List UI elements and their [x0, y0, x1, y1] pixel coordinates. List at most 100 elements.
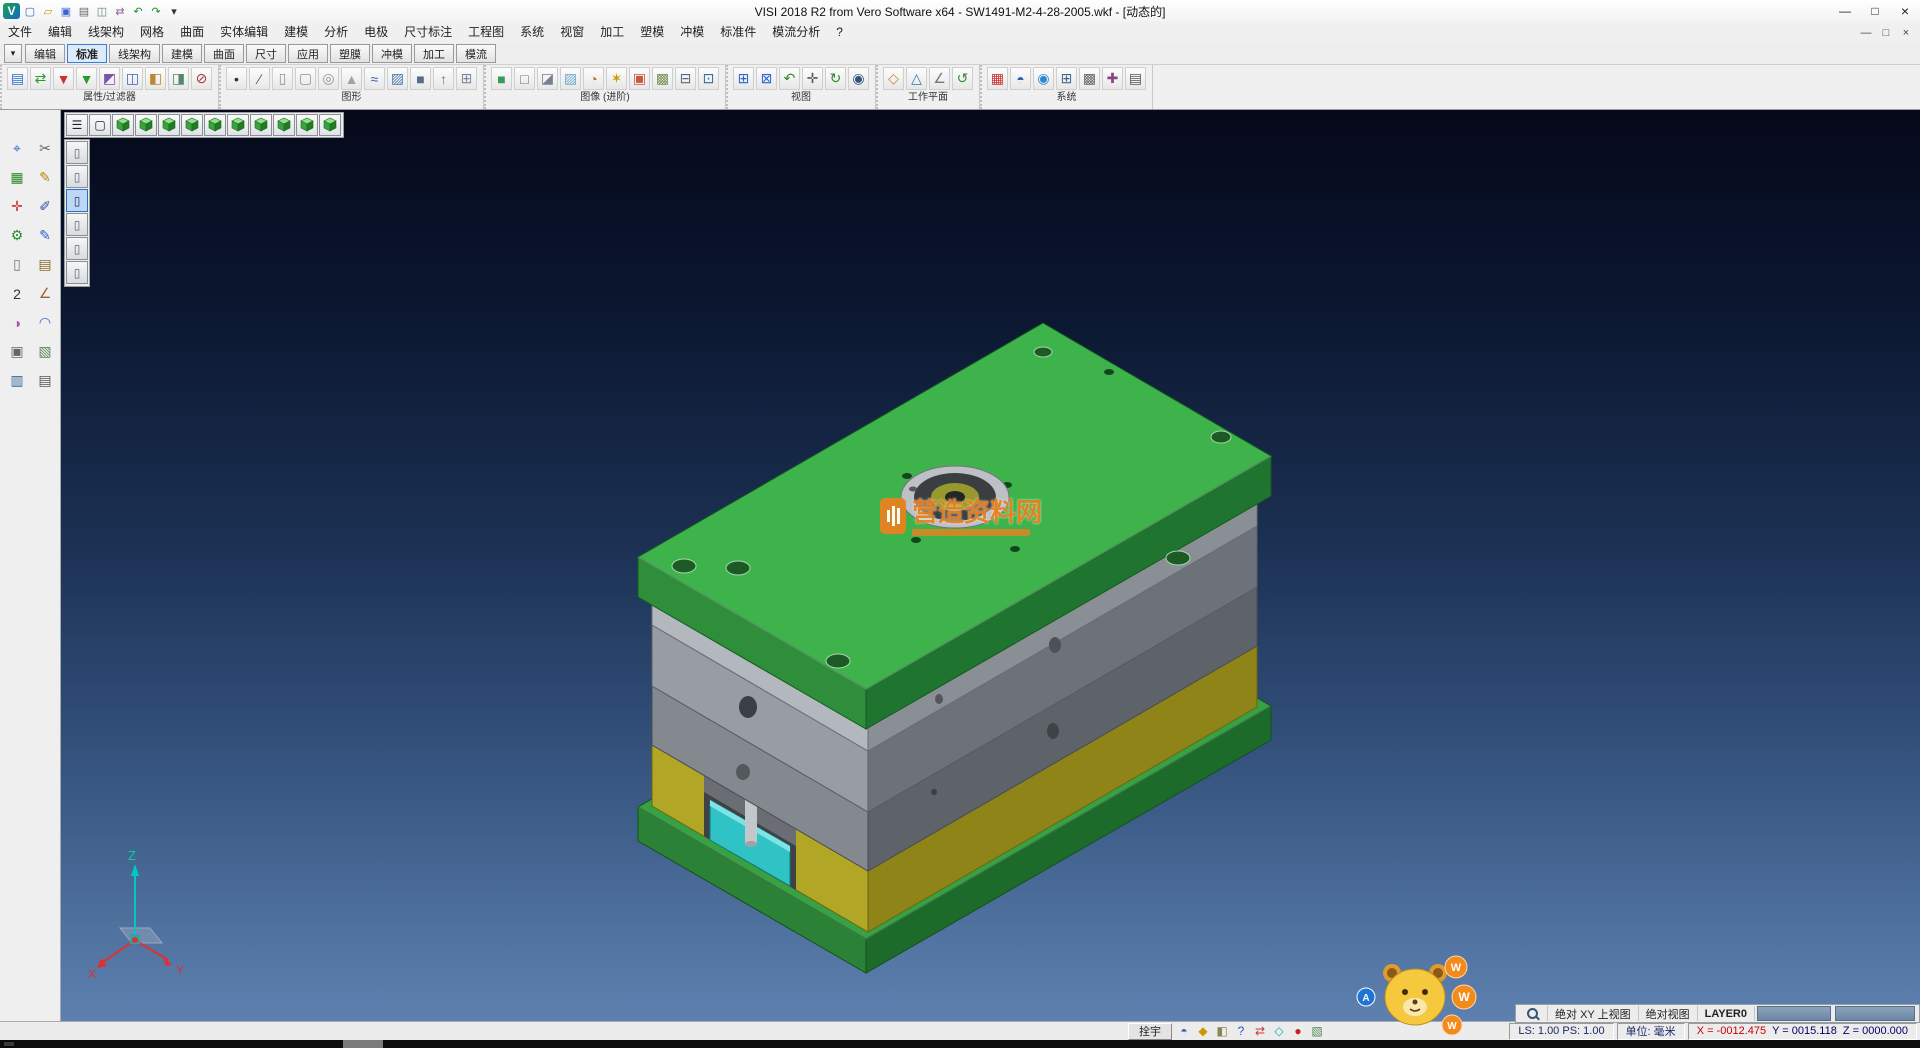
search-button[interactable] — [1518, 1006, 1548, 1021]
color-table-icon[interactable]: ▦ — [987, 67, 1008, 90]
key-icon[interactable]: ◆ — [1195, 1023, 1211, 1039]
menu-item-5[interactable]: 曲面 — [172, 22, 212, 43]
view-bottom-button[interactable] — [135, 114, 157, 136]
globe-icon[interactable]: ◉ — [1033, 67, 1054, 90]
layer-manager-icon[interactable]: ⊞ — [1056, 67, 1077, 90]
zoom-fit-icon[interactable]: ⊠ — [756, 67, 777, 90]
menu-item-17[interactable]: 标准件 — [712, 22, 764, 43]
zoom-previous-icon[interactable]: ↶ — [779, 67, 800, 90]
printer-setup-icon[interactable]: ▤ — [1125, 67, 1146, 90]
view-front-button[interactable] — [158, 114, 180, 136]
angle-tool-icon[interactable]: ∠ — [32, 280, 58, 307]
plane-filter-6[interactable]: ▯ — [66, 261, 88, 284]
menu-item-9[interactable]: 电极 — [356, 22, 396, 43]
view-iso-nw-button[interactable] — [273, 114, 295, 136]
view-right-button[interactable] — [227, 114, 249, 136]
save-file-icon[interactable]: ▣ — [58, 3, 74, 19]
workflow-tab-5[interactable]: 曲面 — [204, 44, 244, 63]
edit-pencil-icon[interactable]: ✎ — [32, 164, 58, 191]
zoom-window-icon[interactable]: ⊞ — [733, 67, 754, 90]
menu-item-14[interactable]: 加工 — [592, 22, 632, 43]
clear-filter-icon[interactable]: ⊘ — [191, 67, 212, 90]
transparency-icon[interactable]: ▨ — [560, 67, 581, 90]
menu-item-13[interactable]: 视窗 — [552, 22, 592, 43]
view-left-button[interactable] — [204, 114, 226, 136]
menu-item-8[interactable]: 分析 — [316, 22, 356, 43]
view-list-button[interactable]: ☰ — [66, 114, 88, 136]
profile-icon[interactable]: ≈ — [364, 67, 385, 90]
section-view-icon[interactable]: ⊟ — [675, 67, 696, 90]
snapshot-icon[interactable]: ⊡ — [698, 67, 719, 90]
visi-logo[interactable]: V — [3, 3, 20, 19]
workflow-tab-11[interactable]: 模流 — [456, 44, 496, 63]
palette-icon[interactable]: ◑ — [4, 309, 30, 336]
menu-item-18[interactable]: 模流分析 — [764, 22, 828, 43]
menu-item-1[interactable]: 文件 — [0, 22, 40, 43]
material-icon[interactable]: ◔ — [583, 67, 604, 90]
menu-item-3[interactable]: 线架构 — [80, 22, 132, 43]
mdi-close-button[interactable]: × — [1896, 27, 1916, 39]
filter-remove-icon[interactable]: ▼ — [76, 67, 97, 90]
workplane-angle-icon[interactable]: ∠ — [929, 67, 950, 90]
redo-icon[interactable]: ↷ — [148, 3, 164, 19]
mdi-minimize-button[interactable]: — — [1856, 27, 1876, 39]
qat-dropdown-icon[interactable]: ▾ — [166, 3, 182, 19]
menu-item-16[interactable]: 冲模 — [672, 22, 712, 43]
swap-icon[interactable]: ⇄ — [1252, 1023, 1268, 1039]
paint-icon[interactable]: ◧ — [1214, 1023, 1230, 1039]
mdi-restore-button[interactable]: □ — [1876, 27, 1896, 39]
axes-icon[interactable]: ✛ — [4, 193, 30, 220]
light-icon[interactable]: ✶ — [606, 67, 627, 90]
record-icon[interactable]: ● — [1290, 1023, 1306, 1039]
workplane-3point-icon[interactable]: △ — [906, 67, 927, 90]
cube-view-icon[interactable]: ◇ — [1271, 1023, 1287, 1039]
workflow-tab-6[interactable]: 尺寸 — [246, 44, 286, 63]
plane-filter-2[interactable]: ▯ — [66, 165, 88, 188]
workflow-tab-7[interactable]: 应用 — [288, 44, 328, 63]
menu-item-6[interactable]: 实体编辑 — [212, 22, 276, 43]
face-filter-icon[interactable]: ◧ — [145, 67, 166, 90]
filter-add-icon[interactable]: ▼ — [53, 67, 74, 90]
preview-icon[interactable]: ◫ — [94, 3, 110, 19]
plane-filter-4[interactable]: ▯ — [66, 213, 88, 236]
edge-filter-icon[interactable]: ◨ — [168, 67, 189, 90]
menu-item-7[interactable]: 建模 — [276, 22, 316, 43]
layers-tool-icon[interactable]: ▧ — [32, 338, 58, 365]
element-filter-icon[interactable]: ◫ — [122, 67, 143, 90]
workplane-gear-icon[interactable]: ⚙ — [4, 222, 30, 249]
new-file-icon[interactable]: ▢ — [22, 3, 38, 19]
menu-item-4[interactable]: 网格 — [132, 22, 172, 43]
properties-icon[interactable]: ▤ — [7, 67, 28, 90]
printer-tool-icon[interactable]: ▤ — [32, 367, 58, 394]
workflow-tab-3[interactable]: 线架构 — [109, 44, 160, 63]
undo-icon[interactable]: ↶ — [130, 3, 146, 19]
minimize-button[interactable]: — — [1830, 1, 1860, 22]
view-top-button[interactable] — [112, 114, 134, 136]
workflow-tab-4[interactable]: 建模 — [162, 44, 202, 63]
shaded-view-icon[interactable]: ■ — [491, 67, 512, 90]
draw-pen-icon[interactable]: ✐ — [32, 193, 58, 220]
view-blank-button[interactable]: ▢ — [89, 114, 111, 136]
workflow-tab-9[interactable]: 冲模 — [372, 44, 412, 63]
print-icon[interactable]: ▤ — [76, 3, 92, 19]
current-layer-label[interactable]: LAYER0 — [1698, 1006, 1755, 1021]
maximize-button[interactable]: □ — [1860, 1, 1890, 22]
workflow-tab-1[interactable]: 编辑 — [25, 44, 65, 63]
zoom-select-icon[interactable]: ⌖ — [4, 135, 30, 162]
graphics-viewport[interactable]: Z X Y ☰▢ ▯▯▯▯▯▯ 营造资料网 — [61, 110, 1920, 1021]
taskbar-thumb[interactable] — [343, 1040, 383, 1048]
stamp-icon[interactable]: ▣ — [4, 338, 30, 365]
hidden-line-icon[interactable]: ◪ — [537, 67, 558, 90]
sphere-icon[interactable]: ◎ — [318, 67, 339, 90]
workplane-reset-icon[interactable]: ↺ — [952, 67, 973, 90]
trim-icon[interactable]: ✂ — [32, 135, 58, 162]
view-eye-icon[interactable]: ◉ — [848, 67, 869, 90]
plane-filter-5[interactable]: ▯ — [66, 237, 88, 260]
rotate-view-icon[interactable]: ↻ — [825, 67, 846, 90]
extrude-icon[interactable]: ↑ — [433, 67, 454, 90]
solid-icon[interactable]: ■ — [410, 67, 431, 90]
block-icon[interactable]: ⊞ — [456, 67, 477, 90]
display-settings-icon[interactable]: ◓ — [1010, 67, 1031, 90]
arc-tool-icon[interactable]: ◠ — [32, 309, 58, 336]
snap-lock-button[interactable]: 拴宇 — [1128, 1023, 1172, 1040]
